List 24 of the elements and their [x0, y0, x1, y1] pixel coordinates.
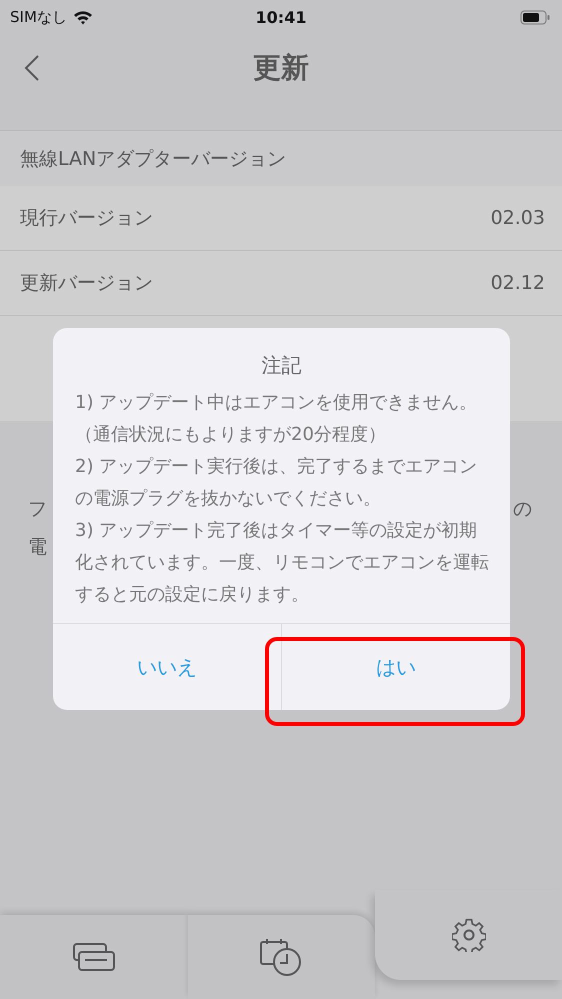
calendar-clock-icon: [260, 938, 302, 976]
partially-hidden-text: 電: [28, 535, 47, 560]
dialog-button[interactable]: いいえ: [53, 624, 281, 710]
clock-time: 10:41: [256, 8, 306, 27]
tab[interactable]: [188, 915, 375, 999]
wifi-icon: [72, 10, 93, 25]
row-value: 02.12: [490, 272, 545, 294]
stacked-units-icon: [72, 943, 115, 971]
carrier-label: SIMなし: [10, 8, 67, 27]
row-label: 更新バージョン: [20, 271, 153, 296]
partially-hidden-text: の: [513, 497, 532, 522]
dialog-title: 注記: [262, 353, 302, 377]
dialog-message: 1) アップデート中はエアコンを使用できません。（通信状況にもよりますが20分程度）: [75, 391, 478, 447]
battery-icon: [520, 10, 550, 25]
section-header: 無線LANアダプターバージョン: [20, 146, 286, 172]
tab[interactable]: [0, 915, 188, 999]
screen-title: 更新: [253, 50, 309, 86]
row-value: 02.03: [490, 207, 545, 229]
dialog-button[interactable]: はい: [281, 624, 510, 710]
settings-icon: [452, 918, 486, 952]
dialog-message: 2) アップデート実行後は、完了するまでエアコンの電源プラグを抜かないでください。: [75, 455, 478, 511]
dialog-message: 3) アップデート完了後はタイマー等の設定が初期化されています。一度、リモコンでエアコンを運転すると元の設定に戻ります。: [75, 519, 490, 607]
row-label: 現行バージョン: [20, 206, 153, 231]
partially-hidden-text: フ: [28, 497, 47, 522]
